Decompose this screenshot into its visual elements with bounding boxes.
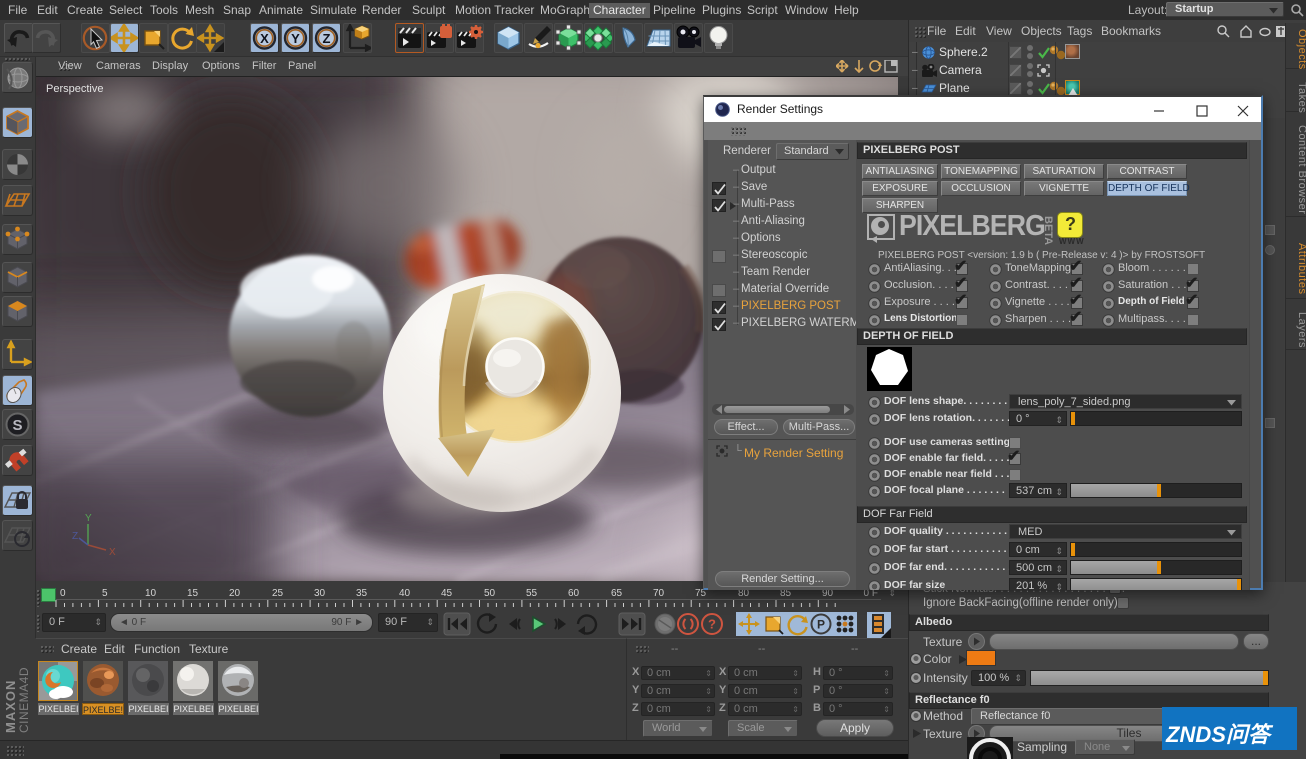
- svg-text:S: S: [12, 417, 22, 434]
- svg-text:70: 70: [653, 588, 665, 599]
- svg-text:45: 45: [441, 588, 453, 599]
- svg-text:Z: Z: [323, 31, 331, 46]
- svg-text:25: 25: [272, 588, 284, 599]
- svg-text:50: 50: [484, 588, 496, 599]
- svg-text:10: 10: [145, 588, 157, 599]
- svg-text:15: 15: [187, 588, 199, 599]
- svg-text:5: 5: [102, 588, 108, 599]
- svg-text:40: 40: [399, 588, 411, 599]
- svg-text:65: 65: [611, 588, 623, 599]
- svg-text:P: P: [817, 618, 825, 632]
- svg-text:30: 30: [314, 588, 326, 599]
- svg-text:Perspective: Perspective: [46, 83, 103, 95]
- svg-text:20: 20: [229, 588, 241, 599]
- svg-text:Y: Y: [291, 31, 300, 46]
- svg-text:55: 55: [526, 588, 538, 599]
- svg-text:0: 0: [60, 588, 66, 599]
- svg-text:X: X: [260, 31, 269, 46]
- svg-text:60: 60: [568, 588, 580, 599]
- svg-text:?: ?: [708, 617, 716, 632]
- svg-text:35: 35: [356, 588, 368, 599]
